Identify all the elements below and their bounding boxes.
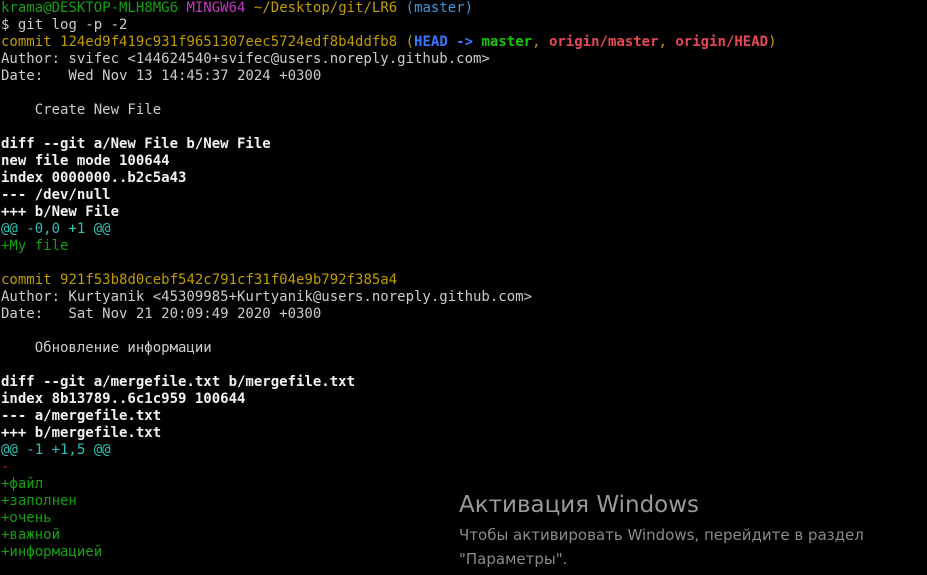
diff-hunk-header: @@ -0,0 +1 @@ [1,221,111,237]
prompt-line: krama@DESKTOP-MLH8MG6 MINGW64 ~/Desktop/… [0,0,927,17]
commit-date: Date: Wed Nov 13 14:45:37 2024 +0300 [1,68,322,84]
ref-master: master [481,34,533,50]
prompt-symbol: $ [1,17,10,33]
windows-activation-watermark: Активация Windows Чтобы активировать Win… [459,490,919,571]
prompt-branch: (master) [405,0,474,16]
commit-line-2: commit 921f53b8d0cebf542c791cf31f04e9b79… [0,272,927,289]
diff-added-line: +My file [1,238,69,254]
ref-separator: , [532,34,549,50]
commit-label: commit [1,34,52,50]
ref-head: HEAD -> [414,34,474,50]
diff-file-mode: new file mode 100644 [1,153,170,169]
commit-hash: 124ed9f419c931f9651307eec5724edf8b4ddfb8 [60,34,398,50]
commit-author: Author: svifec <144624540+svifec@users.n… [1,51,490,67]
watermark-line-1: Чтобы активировать Windows, перейдите в … [459,526,864,544]
terminal-window[interactable]: krama@DESKTOP-MLH8MG6 MINGW64 ~/Desktop/… [0,0,927,575]
diff-index: index 8b13789..6c1c959 100644 [1,391,246,407]
commit-label: commit [1,272,52,288]
diff-header: diff --git a/mergefile.txt b/mergefile.t… [1,374,356,390]
refs-close: ) [768,34,777,50]
watermark-text: Чтобы активировать Windows, перейдите в … [459,523,919,571]
command-text: git log -p -2 [17,17,128,33]
watermark-line-2: "Параметры". [459,550,568,568]
diff-removed-line: - [1,459,10,475]
ref-origin-head: origin/HEAD [675,34,769,50]
refs-open: ( [405,34,415,50]
diff-minus-file: --- a/mergefile.txt [1,408,162,424]
commit-message: Обновление информации [1,340,212,356]
prompt-path: ~/Desktop/git/LR6 [253,0,398,16]
ref-origin-master: origin/master [548,34,659,50]
diff-header: diff --git a/New File b/New File [1,136,271,152]
commit-message: Create New File [1,102,162,118]
diff-plus-file: +++ b/mergefile.txt [1,425,162,441]
prompt-system: MINGW64 [186,0,246,16]
diff-minus-file: --- /dev/null [1,187,111,203]
commit-date: Date: Sat Nov 21 20:09:49 2020 +0300 [1,306,322,322]
commit-author: Author: Kurtyanik <45309985+Kurtyanik@us… [1,289,533,305]
commit-hash: 921f53b8d0cebf542c791cf31f04e9b792f385a4 [60,272,398,288]
commit-line-1: commit 124ed9f419c931f9651307eec5724edf8… [0,34,927,51]
command-line[interactable]: $ git log -p -2 [0,17,927,34]
diff-hunk-header: @@ -1 +1,5 @@ [1,442,111,458]
ref-separator: , [658,34,676,50]
diff-index: index 0000000..b2c5a43 [1,170,187,186]
diff-plus-file: +++ b/New File [1,204,120,220]
prompt-user-host: krama@DESKTOP-MLH8MG6 [1,0,179,16]
watermark-title: Активация Windows [459,492,700,518]
